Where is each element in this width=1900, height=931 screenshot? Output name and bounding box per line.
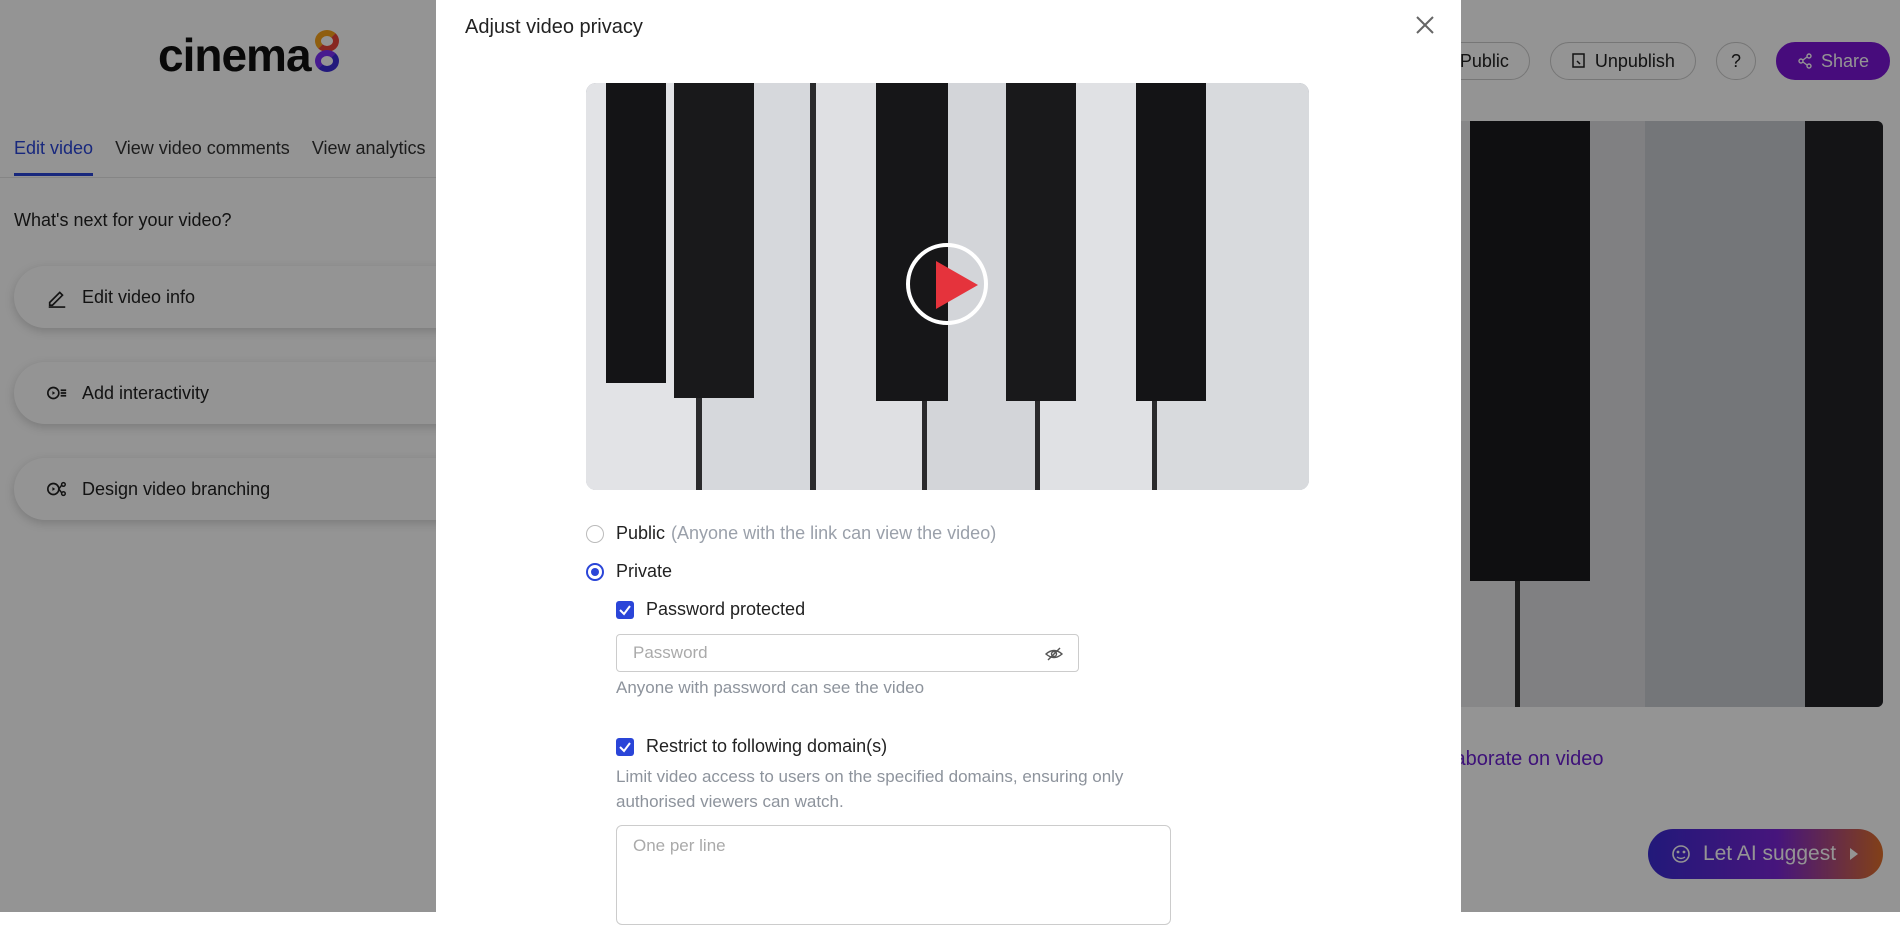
restrict-domains-option[interactable]: Restrict to following domain(s): [616, 736, 887, 757]
video-player[interactable]: [586, 83, 1309, 490]
password-helper-text: Anyone with password can see the video: [616, 678, 925, 697]
checkmark-icon: [619, 604, 631, 616]
password-protected-option[interactable]: Password protected: [616, 599, 805, 620]
restrict-domains-label: Restrict to following domain(s): [646, 736, 888, 756]
checkmark-icon: [619, 741, 631, 753]
public-option[interactable]: Public (Anyone with the link can view th…: [586, 523, 996, 544]
domains-field[interactable]: [616, 825, 1171, 925]
privacy-modal: Adjust video privacy Public (Anyone with…: [436, 0, 1461, 925]
password-input[interactable]: [631, 642, 1035, 664]
public-option-hint: (Anyone with the link can view the video…: [671, 523, 997, 543]
play-icon: [936, 261, 978, 309]
eye-off-icon[interactable]: [1044, 644, 1064, 664]
password-protected-checkbox[interactable]: [616, 600, 634, 619]
private-option[interactable]: Private: [586, 561, 672, 582]
close-icon[interactable]: [1412, 12, 1438, 38]
restrict-domains-checkbox[interactable]: [616, 737, 634, 756]
domains-helper-line2: authorised viewers can watch.: [616, 792, 844, 811]
domains-helper-line1: Limit video access to users on the speci…: [616, 767, 1124, 786]
public-option-label: Public: [616, 523, 666, 543]
password-field[interactable]: [616, 634, 1079, 672]
password-protected-label: Password protected: [646, 599, 806, 619]
private-radio[interactable]: [586, 562, 604, 581]
domains-textarea[interactable]: [631, 834, 1155, 918]
private-option-label: Private: [616, 561, 673, 581]
modal-title: Adjust video privacy: [465, 16, 643, 38]
public-radio[interactable]: [586, 524, 604, 543]
play-button[interactable]: [906, 243, 988, 325]
